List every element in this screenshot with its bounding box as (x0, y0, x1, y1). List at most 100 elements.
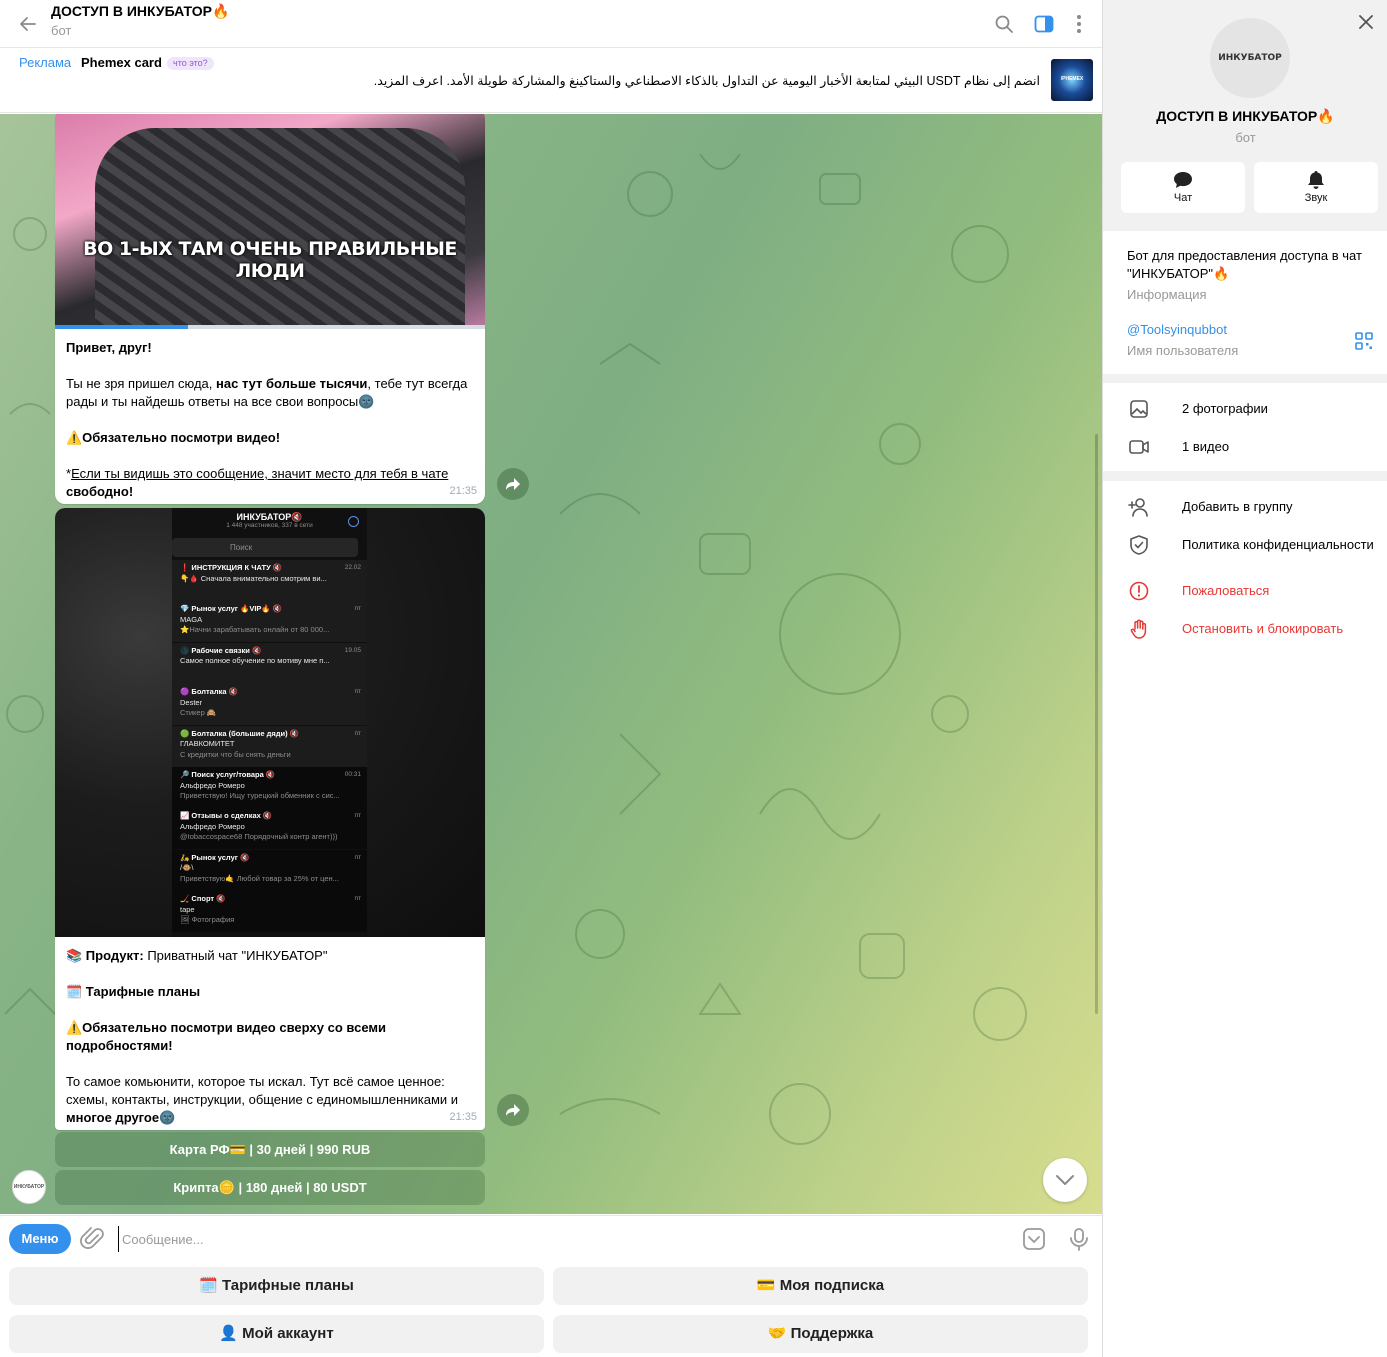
close-icon[interactable] (1354, 10, 1378, 34)
screenshot-more-icon (348, 516, 359, 527)
screenshot-row-sender: Самое полное обучение по мотиву мне п... (180, 656, 330, 666)
screenshot-row-preview: 🖼 Фотография (180, 915, 235, 925)
keyboard-button-account[interactable]: 👤 Мой аккаунт (9, 1315, 544, 1353)
message-composer: Меню (0, 1215, 1102, 1259)
hand-stop-icon (1130, 619, 1147, 639)
about-section: Бот для предоставления доступа в чат "ИН… (1103, 231, 1387, 374)
chat-column: ДОСТУП В ИНКУБАТОР🔥 бот Реклама Phemex c… (0, 0, 1102, 1357)
chat-scrollbar[interactable] (1095, 434, 1098, 1014)
warning-text: ⚠️Обязательно посмотри видео сверху со в… (66, 1020, 386, 1053)
screenshot-image[interactable]: ИНКУБАТОР🔇 1 448 участников, 337 в сети … (55, 508, 485, 937)
more-vertical-icon[interactable] (1065, 10, 1093, 38)
privacy-policy-row[interactable]: Политика конфиденциальности (1103, 527, 1387, 563)
scroll-to-bottom-button[interactable] (1043, 1158, 1087, 1202)
screenshot-row-time: пт (354, 895, 362, 903)
sound-action-button[interactable]: Звук (1254, 162, 1378, 213)
inline-button-crypto[interactable]: Крипта🪙 | 180 дней | 80 USDT (55, 1170, 485, 1205)
screenshot-row-sender: 👇🩸 Сначала внимательно смотрим ви... (180, 573, 327, 583)
screenshot-row-time: 19.05 (344, 646, 361, 654)
username-link[interactable]: @Toolsyinqubbot (1127, 322, 1227, 337)
video-caption: ВО 1-ЫХ ТАМ ОЧЕНЬ ПРАВИЛЬНЫЕ ЛЮДИ (83, 238, 457, 282)
screenshot-row-time: пт (354, 605, 362, 613)
add-to-group-row[interactable]: Добавить в группу (1103, 489, 1387, 525)
screenshot-row-sender: Dester (180, 697, 203, 707)
screenshot-row-preview: С кредитки что бы снять деньги (180, 749, 291, 759)
add-to-group-label: Добавить в группу (1182, 499, 1293, 514)
keyboard-button-subscription[interactable]: 💳 Моя подписка (553, 1267, 1088, 1305)
ad-thumbnail[interactable]: /PHEMEX (1051, 59, 1093, 101)
screenshot-row-preview: @tobaccospace68 Порядочный контр агент))… (180, 832, 338, 842)
chat-action-button[interactable]: Чат (1121, 162, 1245, 213)
video-progress-fill (55, 325, 189, 329)
screenshot-subtitle: 1 448 участников, 337 в сети (226, 522, 313, 529)
product-label: 📚 Продукт: (66, 948, 144, 963)
screenshot-row-time: 22.02 (344, 564, 361, 571)
paperclip-icon[interactable] (80, 1226, 106, 1252)
screenshot-content: ИНКУБАТОР🔇 1 448 участников, 337 в сети … (172, 508, 367, 937)
profile-avatar[interactable]: ИНКУБАТОР (1210, 18, 1290, 98)
sidebar-toggle-icon[interactable] (1030, 10, 1058, 38)
inline-button-card-rf[interactable]: Карта РФ💳 | 30 дней | 990 RUB (55, 1132, 485, 1167)
videos-count: 1 видео (1182, 439, 1230, 454)
screenshot-row-title: 🏒 Спорт 🔇 (180, 894, 226, 904)
reply-keyboard: 🗓️ Тарифные планы 💳 Моя подписка 👤 Мой а… (0, 1259, 1102, 1357)
chat-header: ДОСТУП В ИНКУБАТОР🔥 бот (0, 0, 1102, 48)
screenshot-row-time: пт (354, 812, 362, 820)
bot-menu-button[interactable]: Меню (9, 1224, 71, 1254)
about-label: Информация (1127, 287, 1207, 302)
shared-media-section: 2 фотографии 1 видео (1103, 383, 1387, 471)
add-user-icon (1128, 498, 1148, 517)
bell-icon (1308, 171, 1324, 189)
screenshot-chat-row: 🏒 Спорт 🔇 tape 🖼 Фотография пт (172, 891, 367, 933)
photos-row[interactable]: 2 фотографии (1103, 391, 1387, 427)
keyboard-button-support[interactable]: 🤝 Поддержка (553, 1315, 1088, 1353)
report-row[interactable]: Пожаловаться (1103, 573, 1387, 609)
qr-code-icon[interactable] (1354, 331, 1374, 351)
screenshot-row-preview: ⭐Начни зарабатывать онлайн от 80 000... (180, 625, 330, 635)
screenshot-chat-row: 💎 Рынок услуг 🔥VIP🔥 🔇 MAGA ⭐Начни зарабаты… (172, 601, 367, 643)
sticker-keyboard-icon[interactable] (1021, 1226, 1047, 1252)
forward-message-button[interactable] (497, 1094, 529, 1126)
block-row[interactable]: Остановить и блокировать (1103, 611, 1387, 647)
message-input[interactable] (118, 1226, 998, 1252)
screenshot-chat-row: 📈 Отзывы о сделках 🔇 Альфредо Ромеро @toba… (172, 808, 367, 850)
sound-action-label: Звук (1304, 192, 1328, 204)
report-label: Пожаловаться (1182, 583, 1270, 598)
video-thumbnail[interactable]: ВО 1-ЫХ ТАМ ОЧЕНЬ ПРАВИЛЬНЫЕ ЛЮДИ (55, 114, 485, 325)
screenshot-row-title: 🟢 Болталка (большие дяди) 🔇 (180, 728, 300, 738)
shield-icon (1130, 535, 1148, 555)
screenshot-row-preview: Стикер 🙈 (180, 708, 217, 718)
video-frame-jacket (95, 128, 465, 325)
chat-action-label: Чат (1173, 192, 1193, 204)
paragraph-bold: нас тут больше тысячи (216, 376, 368, 391)
sponsored-message-bar[interactable]: Реклама Phemex card что это? انضم إلى نظ… (0, 49, 1102, 113)
note-underlined-text: Если ты видишь это сообщение, значит мес… (71, 466, 449, 481)
block-label: Остановить и блокировать (1182, 621, 1344, 636)
microphone-icon[interactable] (1066, 1226, 1092, 1252)
screenshot-row-title: 🛵 Рынок услуг 🔇 (180, 852, 250, 862)
greeting-text: Привет, друг! (66, 340, 152, 355)
chevron-down-icon (1056, 1175, 1074, 1185)
videos-row[interactable]: 1 видео (1103, 429, 1387, 465)
screenshot-row-title: 📈 Отзывы о сделках 🔇 (180, 811, 273, 821)
paragraph-emoji: 🌚 (159, 1110, 176, 1125)
bot-actions-section: Добавить в группу Политика конфиденциаль… (1103, 481, 1387, 1357)
screenshot-chat-row: 🟣 Болталка 🔇 Dester Стикер 🙈 пт (172, 684, 367, 726)
message-bubble: ВО 1-ЫХ ТАМ ОЧЕНЬ ПРАВИЛЬНЫЕ ЛЮДИ Привет… (55, 114, 485, 504)
screenshot-row-sender: Альфредо Ромеро (180, 780, 245, 790)
ad-what-is-it-button[interactable]: что это? (167, 57, 214, 70)
back-arrow-icon[interactable] (14, 10, 42, 38)
video-progress-bar[interactable] (55, 325, 485, 329)
chat-title[interactable]: ДОСТУП В ИНКУБАТОР🔥 (51, 3, 229, 20)
keyboard-button-plans[interactable]: 🗓️ Тарифные планы (9, 1267, 544, 1305)
search-icon[interactable] (990, 10, 1018, 38)
screenshot-row-title: 🔎 Поиск услуг/товара 🔇 (180, 770, 276, 779)
bot-avatar[interactable]: ИНКУБАТОР (12, 1170, 46, 1204)
screenshot-row-title: ❗ ИНСТРУКЦИЯ К ЧАТУ 🔇 (180, 563, 283, 572)
screenshot-row-sender: tape (180, 904, 195, 914)
screenshot-row-title: 💎 Рынок услуг 🔥VIP🔥 🔇 (180, 604, 283, 614)
chat-subtitle: бот (51, 23, 72, 38)
forward-message-button[interactable] (497, 468, 529, 500)
product-value: Приватный чат "ИНКУБАТОР" (143, 948, 328, 963)
warning-text: ⚠️Обязательно посмотри видео! (66, 430, 281, 445)
